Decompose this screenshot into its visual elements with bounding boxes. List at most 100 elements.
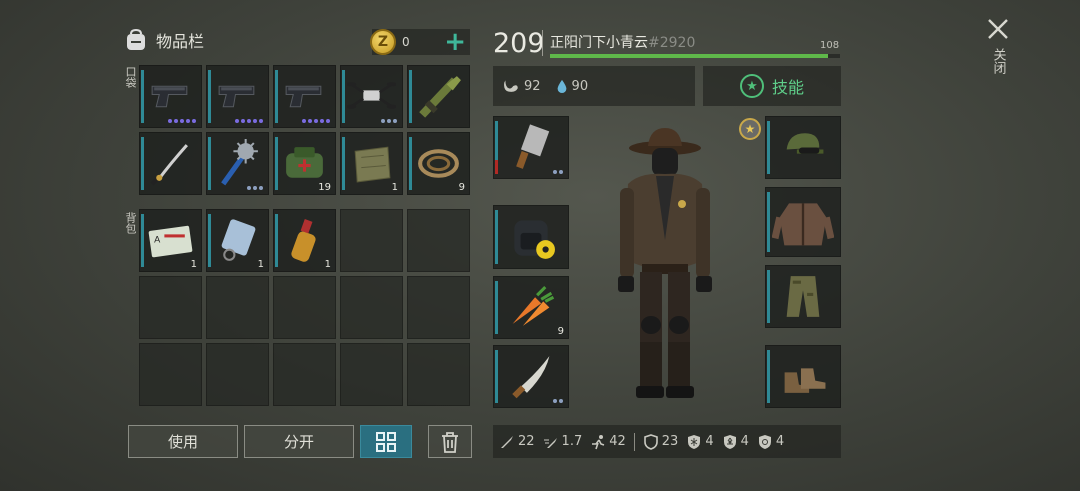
stat-divider [633, 432, 635, 451]
backpack-slot[interactable] [206, 276, 269, 339]
close-icon [988, 19, 1008, 39]
item-count: 1 [257, 259, 264, 270]
stat-value: 4 [775, 434, 785, 449]
durability-bar [409, 70, 412, 123]
thirst-value: 90 [571, 78, 589, 94]
pocket-label: 口袋 [124, 66, 137, 88]
player-level: 209 [493, 28, 545, 59]
stat-value: 22 [518, 434, 535, 449]
item-count: 19 [318, 182, 331, 193]
durability-bar [409, 137, 412, 190]
backpack-slot[interactable] [340, 276, 403, 339]
pocket-slot[interactable]: 1 [340, 132, 403, 195]
armor-slot[interactable] [765, 187, 841, 257]
stat-item: 42 [590, 434, 626, 450]
armor-slot[interactable] [765, 345, 841, 408]
weapon-slot[interactable] [493, 345, 569, 408]
player-name-row: 正阳门下小青云#2920 [550, 32, 695, 52]
id-card-icon: A [146, 216, 195, 265]
backpack-slot[interactable] [340, 209, 403, 272]
quality-dots [235, 119, 263, 123]
boots-icon [772, 352, 834, 401]
use-button[interactable]: 使用 [128, 425, 238, 458]
backpack-slot[interactable] [407, 343, 470, 406]
backpack-slot[interactable] [407, 209, 470, 272]
backpack-slot[interactable] [273, 276, 336, 339]
durability-bar [342, 137, 345, 190]
backpack-slot[interactable]: 1 [273, 209, 336, 272]
durability-bar [767, 270, 770, 323]
machete-icon [500, 352, 562, 401]
backpack-slot[interactable] [139, 343, 202, 406]
bio-shield-icon [758, 434, 771, 449]
backpack-slot[interactable]: 1 [206, 209, 269, 272]
pocket-slot[interactable] [206, 65, 269, 128]
weapon-slot[interactable]: 9 [493, 276, 569, 339]
pocket-slot[interactable]: 9 [407, 132, 470, 195]
durability-bar [208, 214, 211, 267]
armor-slot[interactable] [765, 265, 841, 328]
backpack-slot[interactable] [139, 276, 202, 339]
pocket-slot[interactable] [273, 65, 336, 128]
quality-dots [168, 119, 196, 123]
delete-button[interactable] [428, 425, 472, 458]
pocket-slot[interactable] [139, 65, 202, 128]
quality-dots [553, 399, 563, 403]
rope-icon [414, 139, 463, 188]
grid-icon [376, 431, 396, 452]
close-button[interactable]: 关闭 [966, 18, 1030, 98]
durability-bar [208, 137, 211, 190]
add-coins-button[interactable]: + [444, 29, 466, 55]
backpack-slot[interactable] [206, 343, 269, 406]
stomach-icon [504, 80, 518, 92]
sword-icon [501, 435, 513, 448]
stat-item: 4 [686, 434, 714, 450]
pistol-icon [146, 72, 195, 121]
pocket-slot[interactable] [407, 65, 470, 128]
durability-bar [141, 70, 144, 123]
hunger-value: 92 [524, 78, 541, 94]
skills-button[interactable]: ★ 技能 [703, 66, 841, 106]
durability-bar [141, 214, 144, 267]
stat-item: 1.7 [543, 434, 583, 450]
weapon-slot[interactable] [493, 205, 569, 269]
coin-display: Z 0 + [370, 29, 470, 55]
tag-icon [213, 216, 262, 265]
quality-dots [247, 186, 263, 190]
sort-grid-button[interactable] [360, 425, 412, 458]
stat-value: 1.7 [561, 434, 583, 449]
stat-item: 23 [643, 433, 678, 450]
rocket-launcher-icon [414, 72, 463, 121]
pocket-slot[interactable] [139, 132, 202, 195]
xp-value: 108 [820, 40, 840, 51]
item-count: 1 [190, 259, 197, 270]
carrot-icon [500, 283, 562, 332]
weapon-slot[interactable] [493, 116, 569, 179]
star-icon: ★ [739, 74, 764, 98]
pocket-slot[interactable] [340, 65, 403, 128]
backpack-icon [500, 212, 562, 262]
durability-bar [275, 70, 278, 123]
coin-count: 0 [402, 35, 410, 49]
pocket-slot[interactable]: 19 [273, 132, 336, 195]
armor-slot[interactable] [765, 116, 841, 179]
mace-icon [213, 139, 262, 188]
stat-value: 4 [740, 434, 749, 449]
stat-value: 42 [609, 434, 626, 449]
xp-bar [550, 54, 840, 58]
drone-icon [347, 72, 396, 121]
durability-bar [767, 350, 770, 403]
stat-item: 4 [757, 434, 784, 450]
backpack-icon [127, 29, 145, 50]
pistol-icon [280, 72, 329, 121]
backpack-slot[interactable] [407, 276, 470, 339]
backpack-slot[interactable]: A1 [139, 209, 202, 272]
pocket-slot[interactable] [206, 132, 269, 195]
split-button[interactable]: 分开 [244, 425, 354, 458]
player-name: 正阳门下小青云 [550, 35, 648, 51]
backpack-slot[interactable] [340, 343, 403, 406]
character-star-badge: ★ [739, 118, 761, 140]
backpack-slot[interactable] [273, 343, 336, 406]
player-tag: #2920 [648, 35, 696, 51]
close-label: 关闭 [990, 48, 1006, 74]
